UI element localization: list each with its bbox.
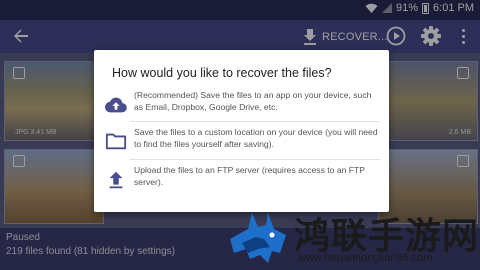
option-save-custom-location[interactable]: Save the files to a custom location on y… (94, 127, 389, 157)
option-text: Save the files to a custom location on y… (134, 127, 378, 149)
dialog-title: How would you like to recover the files? (112, 66, 332, 80)
cloud-upload-icon (105, 97, 127, 113)
option-text: Upload the files to an FTP server (requi… (134, 165, 365, 187)
bull-logo-icon (230, 213, 286, 263)
watermark: 鸿联手游网 www.henanhonglian95.com (222, 203, 480, 270)
recover-dialog: How would you like to recover the files?… (94, 50, 389, 212)
divider (130, 121, 380, 122)
option-text: (Recommended) Save the files to an app o… (134, 90, 372, 112)
option-save-to-app[interactable]: (Recommended) Save the files to an app o… (94, 90, 389, 120)
watermark-url: www.henanhonglian95.com (298, 252, 433, 264)
divider (130, 159, 380, 160)
upload-icon (109, 171, 123, 189)
option-upload-ftp[interactable]: Upload the files to an FTP server (requi… (94, 165, 389, 195)
folder-icon (105, 133, 127, 150)
